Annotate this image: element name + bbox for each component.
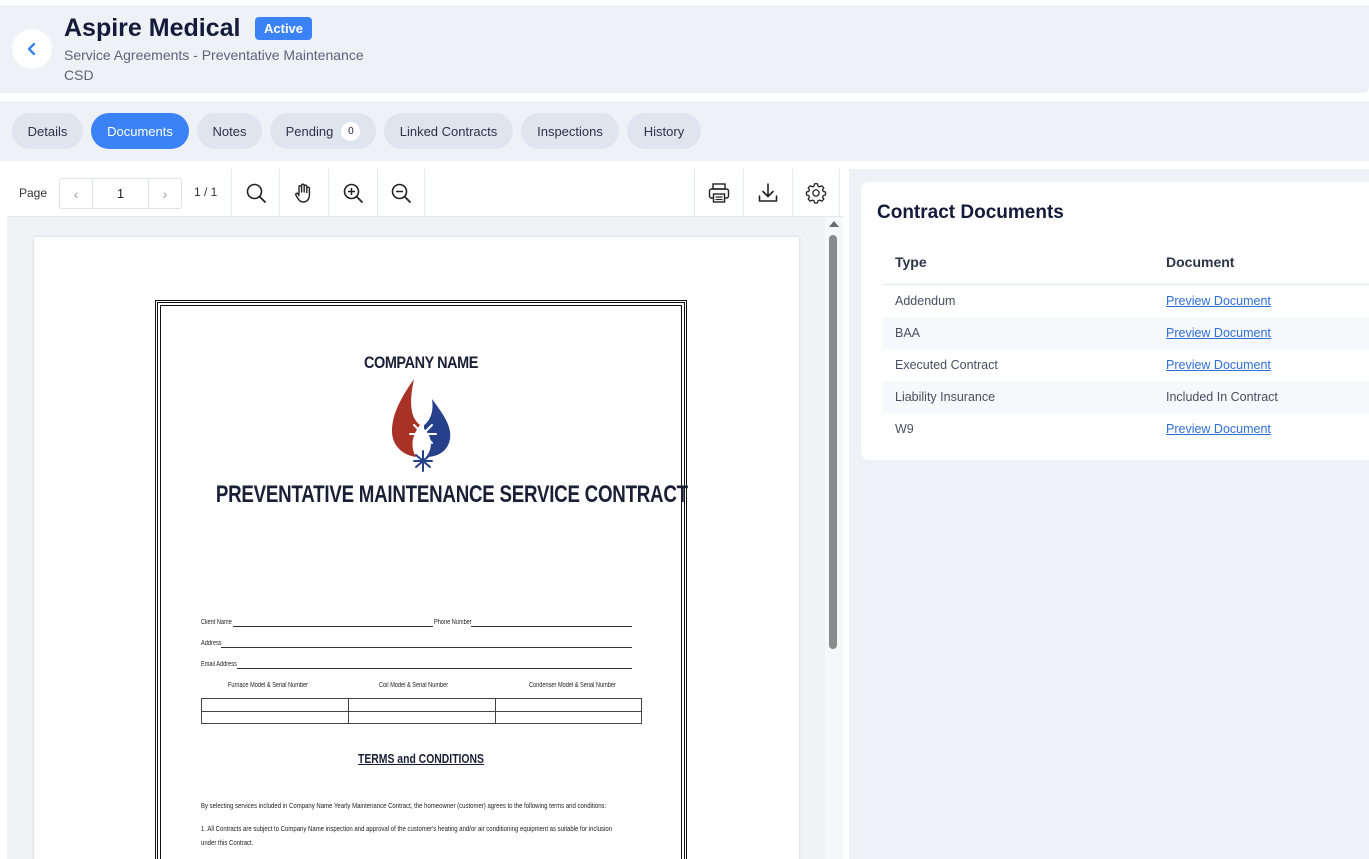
furnace-column-header: Furnace Model & Serial Number	[228, 682, 308, 689]
settings-button[interactable]	[792, 169, 840, 217]
download-icon	[758, 183, 777, 202]
search-button[interactable]	[231, 169, 279, 217]
page-subtitle: Service Agreements - Preventative Mainte…	[64, 47, 364, 63]
tab-notes[interactable]: Notes	[197, 113, 262, 149]
terms-paragraph: By selecting services included in Compan…	[201, 801, 607, 810]
document-title: PREVENTATIVE MAINTENANCE SERVICE CONTRAC…	[215, 481, 688, 508]
print-icon	[708, 183, 729, 203]
condenser-column-header: Condenser Model & Serial Number	[529, 682, 616, 689]
document-status-text: Included In Contract	[1166, 390, 1278, 404]
prev-page-button[interactable]: ‹	[60, 179, 92, 208]
tab-documents[interactable]: Documents	[91, 113, 189, 149]
tab-bar: Details Documents Notes Pending 0 Linked …	[0, 101, 1369, 161]
equipment-table	[201, 698, 642, 724]
zoom-out-button[interactable]	[377, 169, 425, 217]
search-icon	[246, 183, 266, 203]
tab-details[interactable]: Details	[12, 113, 83, 149]
table-row: Liability Insurance Included In Contract	[883, 381, 1369, 413]
document-company-name: COMPANY NAME	[363, 353, 478, 372]
scroll-thumb[interactable]	[829, 235, 837, 649]
gear-icon	[805, 183, 827, 204]
page-subtitle-secondary: CSD	[64, 67, 94, 83]
tab-linked-contracts[interactable]: Linked Contracts	[384, 113, 513, 149]
chevron-left-icon	[27, 42, 36, 56]
terms-clause-1-cont: under this Contract.	[201, 838, 254, 847]
preview-document-link[interactable]: Preview Document	[1166, 326, 1271, 340]
zoom-in-button[interactable]	[328, 169, 376, 217]
print-button[interactable]	[694, 169, 742, 217]
table-row: W9 Preview Document	[895, 422, 1271, 436]
page-label: Page	[19, 186, 48, 200]
company-logo	[392, 379, 451, 472]
document-column-header: Document	[1166, 254, 1235, 270]
scroll-up-arrow[interactable]	[829, 221, 839, 227]
client-name-label: Client Name	[201, 619, 232, 626]
zoom-in-icon	[343, 183, 363, 203]
table-row: Executed Contract Preview Document	[895, 358, 1271, 372]
document-canvas[interactable]: COMPANY NAME PREVENTATIVE MAINTENANCE SE…	[7, 217, 825, 859]
address-label: Address	[201, 640, 222, 647]
document-page: COMPANY NAME PREVENTATIVE MAINTENANCE SE…	[34, 237, 799, 859]
contract-documents-title: Contract Documents	[877, 202, 1064, 223]
type-column-header: Type	[895, 254, 927, 270]
status-badge: Active	[255, 17, 313, 40]
tab-inspections[interactable]: Inspections	[521, 113, 619, 149]
page-total: 1 / 1	[194, 185, 218, 199]
tab-history[interactable]: History	[627, 113, 701, 149]
coil-column-header: Coil Model & Serial Number	[379, 682, 449, 689]
zoom-out-icon	[391, 183, 411, 203]
pdf-viewer: Page ‹ 1 › 1 / 1 COMPANY NAME PREVENTATI…	[7, 169, 843, 859]
documents-panel: Contract Documents Type Document Addendu…	[849, 169, 1369, 859]
contract-documents-card: Contract Documents Type Document Addendu…	[861, 182, 1369, 460]
next-page-button[interactable]: ›	[149, 179, 181, 208]
preview-document-link[interactable]: Preview Document	[1166, 294, 1271, 308]
pan-tool-button[interactable]	[279, 169, 327, 217]
document-scrollbar[interactable]	[825, 217, 843, 859]
download-button[interactable]	[743, 169, 791, 217]
terms-clause-1: 1. All Contracts are subject to Company …	[201, 824, 613, 833]
document-border: COMPANY NAME PREVENTATIVE MAINTENANCE SE…	[155, 300, 688, 859]
page-header: Aspire Medical Active Service Agreements…	[0, 5, 1369, 93]
page-title: Aspire Medical	[64, 14, 241, 42]
hand-icon	[294, 183, 310, 203]
snowflake-icon	[409, 420, 437, 448]
terms-heading: TERMS and CONDITIONS	[358, 751, 484, 766]
table-row: Addendum Preview Document	[895, 294, 1271, 308]
preview-document-link[interactable]: Preview Document	[1166, 422, 1271, 436]
phone-number-label: Phone Number	[434, 619, 472, 626]
viewer-toolbar: Page ‹ 1 › 1 / 1	[7, 169, 843, 217]
page-navigator: ‹ 1 ›	[59, 178, 182, 209]
preview-document-link[interactable]: Preview Document	[1166, 358, 1271, 372]
page-number-input[interactable]: 1	[92, 179, 149, 208]
table-row: BAA Preview Document	[883, 317, 1369, 349]
email-address-label: Email Address	[201, 661, 237, 668]
back-button[interactable]	[12, 29, 52, 69]
tab-pending[interactable]: Pending 0	[270, 113, 376, 149]
pending-count-badge: 0	[341, 121, 361, 141]
